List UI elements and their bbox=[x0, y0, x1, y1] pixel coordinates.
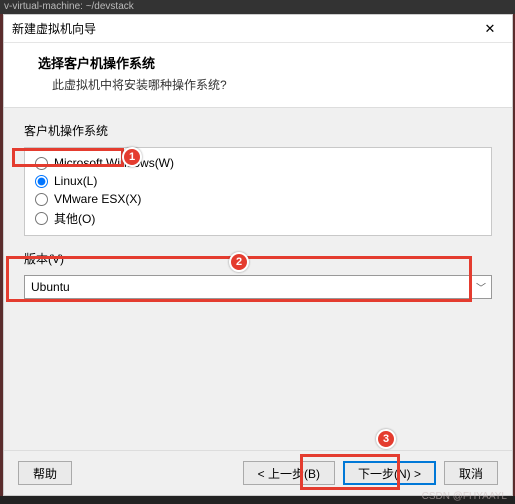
wizard-dialog: 新建虚拟机向导 ✕ 选择客户机操作系统 此虚拟机中将安装哪种操作系统? 客户机操… bbox=[3, 14, 513, 496]
radio-vmware-esx-label: VMware ESX(X) bbox=[54, 192, 141, 206]
cancel-button[interactable]: 取消 bbox=[444, 461, 498, 485]
version-select[interactable]: Ubuntu bbox=[24, 275, 492, 299]
radio-vmware-esx[interactable]: VMware ESX(X) bbox=[35, 190, 481, 208]
version-select-wrap: Ubuntu ﹀ bbox=[24, 275, 492, 299]
wizard-header: 选择客户机操作系统 此虚拟机中将安装哪种操作系统? bbox=[4, 43, 512, 108]
header-title: 选择客户机操作系统 bbox=[38, 53, 478, 72]
wizard-content: 客户机操作系统 Microsoft Windows(W) Linux(L) VM… bbox=[4, 108, 512, 450]
os-radio-group: Microsoft Windows(W) Linux(L) VMware ESX… bbox=[24, 147, 492, 236]
footer-spacer bbox=[80, 461, 235, 485]
radio-linux-label: Linux(L) bbox=[54, 174, 97, 188]
close-button[interactable]: ✕ bbox=[476, 17, 504, 41]
radio-linux[interactable]: Linux(L) bbox=[35, 172, 481, 190]
annotation-badge-3: 3 bbox=[376, 429, 396, 449]
dialog-title: 新建虚拟机向导 bbox=[12, 20, 476, 37]
help-button[interactable]: 帮助 bbox=[18, 461, 72, 485]
radio-other-label: 其他(O) bbox=[54, 210, 95, 227]
header-subtitle: 此虚拟机中将安装哪种操作系统? bbox=[38, 76, 478, 93]
radio-other[interactable]: 其他(O) bbox=[35, 208, 481, 229]
radio-windows-label: Microsoft Windows(W) bbox=[54, 156, 174, 170]
next-button[interactable]: 下一步(N) > bbox=[343, 461, 436, 485]
radio-windows[interactable]: Microsoft Windows(W) bbox=[35, 154, 481, 172]
background-titlebar: v-virtual-machine: ~/devstack bbox=[0, 0, 515, 14]
wizard-footer: 帮助 < 上一步(B) 下一步(N) > 取消 3 bbox=[4, 450, 512, 495]
annotation-badge-1: 1 bbox=[122, 147, 142, 167]
dialog-titlebar: 新建虚拟机向导 ✕ bbox=[4, 15, 512, 43]
os-group-label: 客户机操作系统 bbox=[24, 122, 492, 139]
annotation-badge-2: 2 bbox=[229, 252, 249, 272]
watermark: CSDN @FHYAAYL bbox=[422, 491, 507, 502]
back-button[interactable]: < 上一步(B) bbox=[243, 461, 335, 485]
version-label: 版本(V) bbox=[24, 250, 492, 267]
